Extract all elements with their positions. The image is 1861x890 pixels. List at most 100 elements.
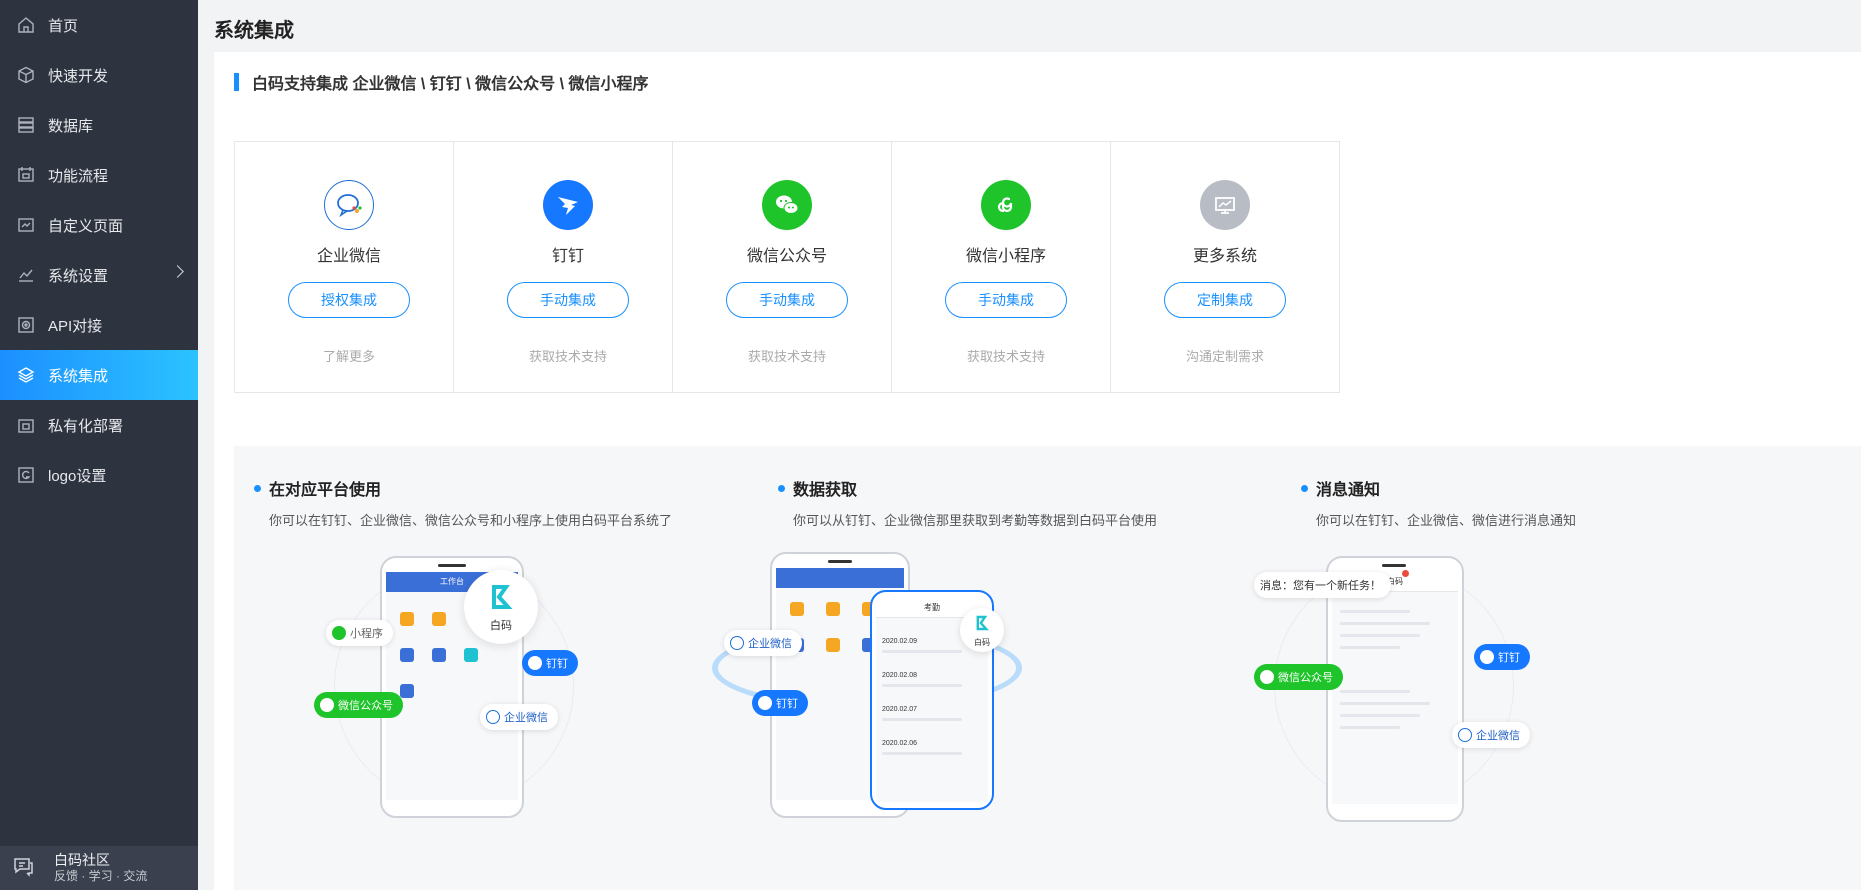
main-content: 系统集成 白码支持集成 企业微信 \ 钉钉 \ 微信公众号 \ 微信小程序 企业… [198, 0, 1861, 890]
feature-title: 在对应平台使用 [269, 482, 382, 499]
sidebar-item-home[interactable]: 首页 [0, 0, 198, 50]
sidebar-item-label: 快速开发 [48, 67, 109, 85]
dingtalk-icon [1480, 650, 1494, 664]
wework-icon [730, 636, 744, 650]
community-subtitle: 反馈 · 学习 · 交流 [54, 869, 148, 883]
sidebar-item-database[interactable]: 数据库 [0, 100, 198, 150]
section-heading: 白码支持集成 企业微信 \ 钉钉 \ 微信公众号 \ 微信小程序 [234, 72, 649, 93]
chart-icon [16, 265, 36, 285]
community-title: 白码社区 [54, 852, 110, 868]
flow-icon [16, 165, 36, 185]
illustration-data: 考勤 2020.02.09 2020.02.08 2020.02.07 2020… [704, 526, 1044, 826]
card-name: 更多系统 [1192, 248, 1257, 265]
custom-integration-button[interactable]: 定制集成 [1164, 282, 1286, 318]
notification-dot [1402, 570, 1409, 577]
sidebar-item-private-deploy[interactable]: 私有化部署 [0, 400, 198, 450]
feature-title: 数据获取 [793, 482, 858, 499]
illustration-notification: 白码 消息：您有一个新任务！ 微信公众号 钉钉 企业微信 [1234, 526, 1554, 826]
feature-notification: 消息通知 你可以在钉钉、企业微信、微信进行消息通知 [1301, 476, 1576, 529]
mini-program-icon [332, 626, 346, 640]
card-name: 钉钉 [551, 248, 584, 265]
monitor-icon [1200, 180, 1250, 230]
wechat-icon [320, 698, 334, 712]
sidebar: 首页 快速开发 数据库 功能流程 自定义页面 系统设置 API对接 系统集成 私… [0, 0, 198, 890]
manual-integration-button[interactable]: 手动集成 [726, 282, 848, 318]
card-name: 微信公众号 [746, 248, 827, 265]
illustration-platform: 工作台 白码 小程序 微信公众号 钉钉 企业微信 [294, 526, 614, 826]
wework-icon [486, 710, 500, 724]
pill-wework: 企业微信 [724, 630, 802, 656]
card-link[interactable]: 获取技术支持 [892, 346, 1120, 365]
heading-accent-bar [234, 73, 239, 91]
bullet-dot [1301, 484, 1308, 492]
sidebar-item-logo[interactable]: logo设置 [0, 450, 198, 500]
baima-logo-icon [976, 615, 989, 631]
bullet-dot [778, 484, 785, 492]
card-name: 企业微信 [316, 248, 381, 265]
baima-logo-icon [492, 585, 513, 609]
sidebar-item-quick-dev[interactable]: 快速开发 [0, 50, 198, 100]
bullet-dot [254, 484, 261, 492]
sidebar-item-label: API对接 [48, 317, 103, 335]
logo-icon [16, 465, 36, 485]
card-link[interactable]: 获取技术支持 [454, 346, 682, 365]
manual-integration-button[interactable]: 手动集成 [507, 282, 629, 318]
sidebar-item-custom-page[interactable]: 自定义页面 [0, 200, 198, 250]
pill-dingtalk: 钉钉 [1474, 644, 1530, 670]
lock-icon [16, 415, 36, 435]
pill-wechat-official: 微信公众号 [1254, 664, 1343, 690]
sidebar-item-label: 首页 [48, 17, 79, 35]
pill-wechat-official: 微信公众号 [314, 692, 403, 718]
wechat-icon [1260, 670, 1274, 684]
card-more-systems: 更多系统 定制集成 沟通定制需求 [1110, 141, 1340, 393]
card-mini-program: 微信小程序 手动集成 获取技术支持 [891, 141, 1121, 393]
pill-dingtalk: 钉钉 [752, 690, 808, 716]
pill-wework: 企业微信 [480, 704, 558, 730]
sidebar-item-settings[interactable]: 系统设置 [0, 250, 198, 300]
layers-icon [16, 365, 36, 385]
section-title: 白码支持集成 企业微信 \ 钉钉 \ 微信公众号 \ 微信小程序 [252, 76, 649, 93]
wework-icon [1458, 728, 1472, 742]
cube-icon [16, 65, 36, 85]
sidebar-item-label: 系统集成 [48, 367, 109, 385]
sidebar-item-label: 数据库 [48, 117, 94, 135]
card-link[interactable]: 获取技术支持 [673, 346, 901, 365]
baima-label: 白码 [974, 638, 990, 647]
wechat-icon [762, 180, 812, 230]
card-wechat-official: 微信公众号 手动集成 获取技术支持 [672, 141, 902, 393]
authorize-integration-button[interactable]: 授权集成 [288, 282, 410, 318]
feature-data-fetch: 数据获取 你可以从钉钉、企业微信那里获取到考勤等数据到白码平台使用 [778, 476, 1157, 529]
manual-integration-button[interactable]: 手动集成 [945, 282, 1067, 318]
card-link[interactable]: 沟通定制需求 [1111, 346, 1339, 365]
card-link[interactable]: 了解更多 [235, 346, 463, 365]
baima-badge: 白码 [464, 570, 538, 644]
phone-header [776, 568, 904, 588]
mini-program-icon [981, 180, 1031, 230]
sidebar-item-api[interactable]: API对接 [0, 300, 198, 350]
page-title: 系统集成 [214, 20, 294, 42]
message-bubble: 消息：您有一个新任务！ [1254, 572, 1391, 598]
sidebar-item-flow[interactable]: 功能流程 [0, 150, 198, 200]
feature-area: 在对应平台使用 你可以在钉钉、企业微信、微信公众号和小程序上使用白码平台系统了 … [234, 446, 1861, 890]
sidebar-item-label: 自定义页面 [48, 217, 124, 235]
sidebar-item-label: logo设置 [48, 467, 107, 485]
dingtalk-icon [758, 696, 772, 710]
dingtalk-icon [528, 656, 542, 670]
sidebar-item-label: 私有化部署 [48, 417, 124, 435]
card-name: 微信小程序 [965, 248, 1046, 265]
integration-panel: 白码支持集成 企业微信 \ 钉钉 \ 微信公众号 \ 微信小程序 企业微信 授权… [214, 52, 1861, 890]
page-icon [16, 215, 36, 235]
sidebar-item-label: 系统设置 [48, 267, 109, 285]
home-icon [16, 15, 36, 35]
community-link[interactable]: 白码社区 反馈 · 学习 · 交流 [0, 846, 198, 890]
sidebar-item-label: 功能流程 [48, 167, 109, 185]
api-icon [16, 315, 36, 335]
chat-icon [12, 855, 34, 882]
sidebar-item-integration[interactable]: 系统集成 [0, 350, 198, 400]
card-wework: 企业微信 授权集成 了解更多 [234, 141, 464, 393]
dingtalk-icon [543, 180, 593, 230]
baima-badge: 白码 [960, 608, 1004, 652]
pill-dingtalk: 钉钉 [522, 650, 578, 676]
chevron-right-icon [171, 265, 184, 278]
feature-platform-use: 在对应平台使用 你可以在钉钉、企业微信、微信公众号和小程序上使用白码平台系统了 [254, 476, 672, 529]
